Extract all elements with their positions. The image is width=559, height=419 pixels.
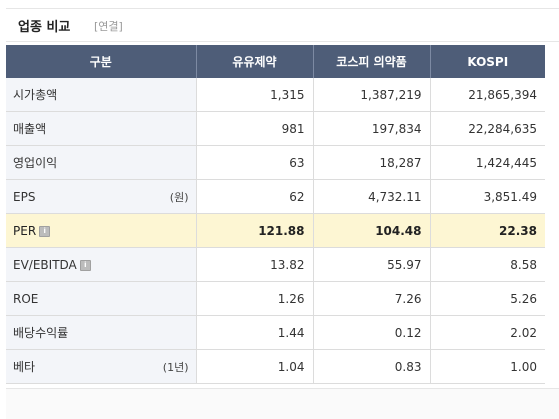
- table-cell: 1.00: [430, 349, 545, 384]
- row-unit: (1년): [162, 360, 189, 374]
- info-icon[interactable]: i: [39, 225, 51, 237]
- row-label: EV/EBITDA: [13, 257, 77, 272]
- table-cell: 22.38: [430, 213, 545, 248]
- column-header-company: 유유제약: [196, 45, 314, 78]
- table-cell: 1.26: [196, 281, 314, 316]
- table-row: 영업이익 63 18,287 1,424,445: [6, 145, 545, 180]
- table-cell: 0.83: [313, 349, 431, 384]
- table-row: 배당수익률 1.44 0.12 2.02: [6, 315, 545, 350]
- table-cell: 62: [196, 179, 314, 214]
- table-cell: 3,851.49: [430, 179, 545, 214]
- next-section-header: [6, 388, 559, 419]
- column-header-category: 구분: [6, 45, 197, 78]
- table-cell: 0.12: [313, 315, 431, 350]
- industry-comparison-panel: 업종 비교 [연결] 구분 유유제약 코스피 의약품 KOSPI 시가총액 1,…: [0, 0, 559, 419]
- row-unit: (원): [169, 190, 189, 204]
- table-cell: 1,424,445: [430, 145, 545, 180]
- table-row: EPS (원) 62 4,732.11 3,851.49: [6, 179, 545, 214]
- row-label: EPS: [13, 189, 36, 204]
- row-label: PER: [13, 223, 37, 238]
- row-label: 베타: [13, 360, 36, 374]
- table-cell: 1,315: [196, 78, 314, 112]
- table-row: 시가총액 1,315 1,387,219 21,865,394: [6, 78, 545, 112]
- row-label-cell: EPS (원): [6, 179, 197, 214]
- table-cell: 1.04: [196, 349, 314, 384]
- table-cell: 121.88: [196, 213, 314, 248]
- table-cell: 7.26: [313, 281, 431, 316]
- row-label: ROE: [6, 281, 197, 316]
- row-label: 배당수익률: [6, 315, 197, 350]
- table-cell: 8.58: [430, 247, 545, 282]
- table-header-row: 구분 유유제약 코스피 의약품 KOSPI: [6, 45, 545, 78]
- info-icon[interactable]: i: [79, 259, 91, 271]
- panel-header: 업종 비교 [연결]: [6, 8, 559, 42]
- column-header-sector: 코스피 의약품: [313, 45, 431, 78]
- comparison-table: 구분 유유제약 코스피 의약품 KOSPI 시가총액 1,315 1,387,2…: [6, 45, 545, 384]
- table-row: 매출액 981 197,834 22,284,635: [6, 111, 545, 146]
- row-label-cell: PER i: [6, 213, 197, 248]
- consolidated-tag: [연결]: [94, 20, 123, 33]
- table-cell: 4,732.11: [313, 179, 431, 214]
- table-cell: 22,284,635: [430, 111, 545, 146]
- table-cell: 104.48: [313, 213, 431, 248]
- table-cell: 5.26: [430, 281, 545, 316]
- table-cell: 1,387,219: [313, 78, 431, 112]
- row-label-cell: EV/EBITDA i: [6, 247, 197, 282]
- row-label: 시가총액: [6, 78, 197, 112]
- table-row: 베타 (1년) 1.04 0.83 1.00: [6, 349, 545, 384]
- table-row: ROE 1.26 7.26 5.26: [6, 281, 545, 316]
- table-cell: 2.02: [430, 315, 545, 350]
- panel-title: 업종 비교: [18, 20, 71, 35]
- table-cell: 1.44: [196, 315, 314, 350]
- table-cell: 981: [196, 111, 314, 146]
- row-label: 매출액: [6, 111, 197, 146]
- table-cell: 18,287: [313, 145, 431, 180]
- table-cell: 21,865,394: [430, 78, 545, 112]
- table-cell: 63: [196, 145, 314, 180]
- column-header-kospi: KOSPI: [430, 45, 545, 78]
- table-row-highlighted: PER i 121.88 104.48 22.38: [6, 213, 545, 248]
- table-row: EV/EBITDA i 13.82 55.97 8.58: [6, 247, 545, 282]
- row-label-cell: 베타 (1년): [6, 349, 197, 384]
- table-cell: 13.82: [196, 247, 314, 282]
- table-cell: 55.97: [313, 247, 431, 282]
- table-cell: 197,834: [313, 111, 431, 146]
- row-label: 영업이익: [6, 145, 197, 180]
